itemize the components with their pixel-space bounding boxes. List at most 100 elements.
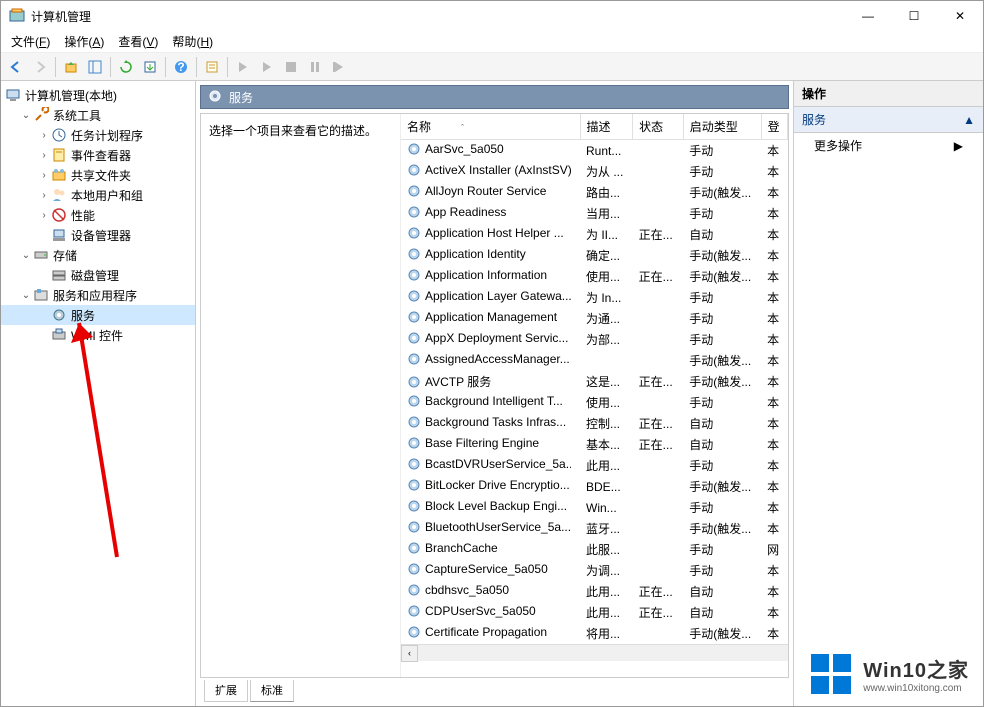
tree-root[interactable]: 计算机管理(本地) — [1, 85, 195, 105]
scroll-left-button[interactable]: ‹ — [401, 645, 418, 662]
horizontal-scrollbar[interactable]: ‹ — [401, 644, 788, 661]
expand-icon[interactable]: › — [37, 190, 51, 201]
tree-system-tools[interactable]: ⌄ 系统工具 — [1, 105, 195, 125]
service-login: 本 — [761, 140, 787, 162]
table-row[interactable]: Certificate Propagation将用...手动(触发...本 — [401, 623, 788, 644]
table-row[interactable]: BcastDVRUserService_5a...此用...手动本 — [401, 455, 788, 476]
menu-file[interactable]: 文件(F) — [5, 31, 56, 52]
table-row[interactable]: BitLocker Drive Encryptio...BDE...手动(触发.… — [401, 476, 788, 497]
forward-button[interactable] — [29, 56, 51, 78]
service-desc: 为 II... — [580, 224, 633, 245]
tab-standard[interactable]: 标准 — [250, 680, 294, 702]
menu-action[interactable]: 操作(A) — [58, 31, 110, 52]
table-row[interactable]: Application Information使用...正在...手动(触发..… — [401, 266, 788, 287]
expand-icon[interactable]: › — [37, 150, 51, 161]
table-row[interactable]: Base Filtering Engine基本...正在...自动本 — [401, 434, 788, 455]
service-desc: 基本... — [580, 434, 633, 455]
table-row[interactable]: cbdhsvc_5a050此用...正在...自动本 — [401, 581, 788, 602]
show-hide-tree-button[interactable] — [84, 56, 106, 78]
help-button[interactable]: ? — [170, 56, 192, 78]
expand-icon[interactable]: › — [37, 130, 51, 141]
tree-pane[interactable]: 计算机管理(本地) ⌄ 系统工具 › 任务计划程序 ›事件查看器 ›共享文件夹 ›… — [1, 81, 196, 706]
table-row[interactable]: Background Intelligent T...使用...手动本 — [401, 392, 788, 413]
table-row[interactable]: Application Host Helper ...为 II...正在...自… — [401, 224, 788, 245]
close-button[interactable]: ✕ — [937, 1, 983, 31]
tree-label: 任务计划程序 — [71, 127, 143, 144]
column-description[interactable]: 描述 — [580, 114, 633, 140]
titlebar: 计算机管理 — ☐ ✕ — [1, 1, 983, 31]
properties-button[interactable] — [201, 56, 223, 78]
app-icon — [9, 8, 25, 24]
tree-local-users[interactable]: ›本地用户和组 — [1, 185, 195, 205]
service-status — [633, 203, 684, 224]
service-status — [633, 539, 684, 560]
column-startup[interactable]: 启动类型 — [683, 114, 761, 140]
table-row[interactable]: BranchCache此服...手动网 — [401, 539, 788, 560]
column-name[interactable]: 名称ˆ — [401, 114, 580, 140]
device-icon — [51, 227, 67, 243]
stop-service-button[interactable] — [280, 56, 302, 78]
table-row[interactable]: BluetoothUserService_5a...蓝牙...手动(触发...本 — [401, 518, 788, 539]
table-row[interactable]: Application Layer Gatewa...为 In...手动本 — [401, 287, 788, 308]
window-title: 计算机管理 — [31, 8, 845, 25]
tree-event-viewer[interactable]: ›事件查看器 — [1, 145, 195, 165]
tree-shared-folders[interactable]: ›共享文件夹 — [1, 165, 195, 185]
collapse-icon[interactable]: ⌄ — [19, 290, 33, 301]
tab-extended[interactable]: 扩展 — [204, 680, 248, 702]
collapse-icon[interactable]: ⌄ — [19, 110, 33, 121]
service-status: 正在... — [633, 602, 684, 623]
collapse-icon[interactable]: ⌄ — [19, 250, 33, 261]
tree-wmi[interactable]: WMI 控件 — [1, 325, 195, 345]
table-row[interactable]: AppX Deployment Servic...为部...手动本 — [401, 329, 788, 350]
back-button[interactable] — [5, 56, 27, 78]
table-row[interactable]: AssignedAccessManager...手动(触发...本 — [401, 350, 788, 371]
tree-performance[interactable]: ›性能 — [1, 205, 195, 225]
up-button[interactable] — [60, 56, 82, 78]
service-desc: 控制... — [580, 413, 633, 434]
menu-view[interactable]: 查看(V) — [112, 31, 164, 52]
watermark: Win10之家 www.win10xitong.com — [801, 648, 977, 700]
table-row[interactable]: Block Level Backup Engi...Win...手动本 — [401, 497, 788, 518]
menu-help[interactable]: 帮助(H) — [166, 31, 219, 52]
center-pane: 服务 选择一个项目来查看它的描述。 名称ˆ 描述 状态 启动类型 登 AarSv… — [196, 81, 793, 706]
table-row[interactable]: AllJoyn Router Service路由...手动(触发...本 — [401, 182, 788, 203]
service-desc: 路由... — [580, 182, 633, 203]
table-row[interactable]: AarSvc_5a050Runt...手动本 — [401, 140, 788, 162]
table-row[interactable]: Background Tasks Infras...控制...正在...自动本 — [401, 413, 788, 434]
tree-disk-management[interactable]: 磁盘管理 — [1, 265, 195, 285]
tools-icon — [33, 107, 49, 123]
expand-icon[interactable]: › — [37, 210, 51, 221]
column-status[interactable]: 状态 — [633, 114, 684, 140]
service-status — [633, 287, 684, 308]
action-more-actions[interactable]: 更多操作 ▶ — [794, 133, 983, 158]
service-startup: 手动(触发... — [683, 476, 761, 497]
column-login[interactable]: 登 — [761, 114, 787, 140]
maximize-button[interactable]: ☐ — [891, 1, 937, 31]
table-row[interactable]: CDPUserSvc_5a050此用...正在...自动本 — [401, 602, 788, 623]
export-button[interactable] — [139, 56, 161, 78]
computer-icon — [5, 87, 21, 103]
service-startup: 自动 — [683, 581, 761, 602]
service-status: 正在... — [633, 581, 684, 602]
resume-service-button[interactable] — [256, 56, 278, 78]
minimize-button[interactable]: — — [845, 1, 891, 31]
table-row[interactable]: AVCTP 服务这是...正在...手动(触发...本 — [401, 371, 788, 392]
actions-subheader[interactable]: 服务 ▲ — [794, 107, 983, 133]
services-table[interactable]: 名称ˆ 描述 状态 启动类型 登 AarSvc_5a050Runt...手动本A… — [401, 114, 788, 677]
table-row[interactable]: ActiveX Installer (AxInstSV)为从 ...手动本 — [401, 161, 788, 182]
expand-icon[interactable]: › — [37, 170, 51, 181]
table-row[interactable]: Application Identity确定...手动(触发...本 — [401, 245, 788, 266]
table-row[interactable]: CaptureService_5a050为调...手动本 — [401, 560, 788, 581]
service-login: 本 — [761, 371, 787, 392]
tree-device-manager[interactable]: 设备管理器 — [1, 225, 195, 245]
tree-services-apps[interactable]: ⌄服务和应用程序 — [1, 285, 195, 305]
start-service-button[interactable] — [232, 56, 254, 78]
refresh-button[interactable] — [115, 56, 137, 78]
table-row[interactable]: Application Management为通...手动本 — [401, 308, 788, 329]
pause-service-button[interactable] — [304, 56, 326, 78]
tree-storage[interactable]: ⌄存储 — [1, 245, 195, 265]
tree-task-scheduler[interactable]: › 任务计划程序 — [1, 125, 195, 145]
tree-services[interactable]: 服务 — [1, 305, 195, 325]
restart-service-button[interactable] — [328, 56, 350, 78]
table-row[interactable]: App Readiness当用...手动本 — [401, 203, 788, 224]
